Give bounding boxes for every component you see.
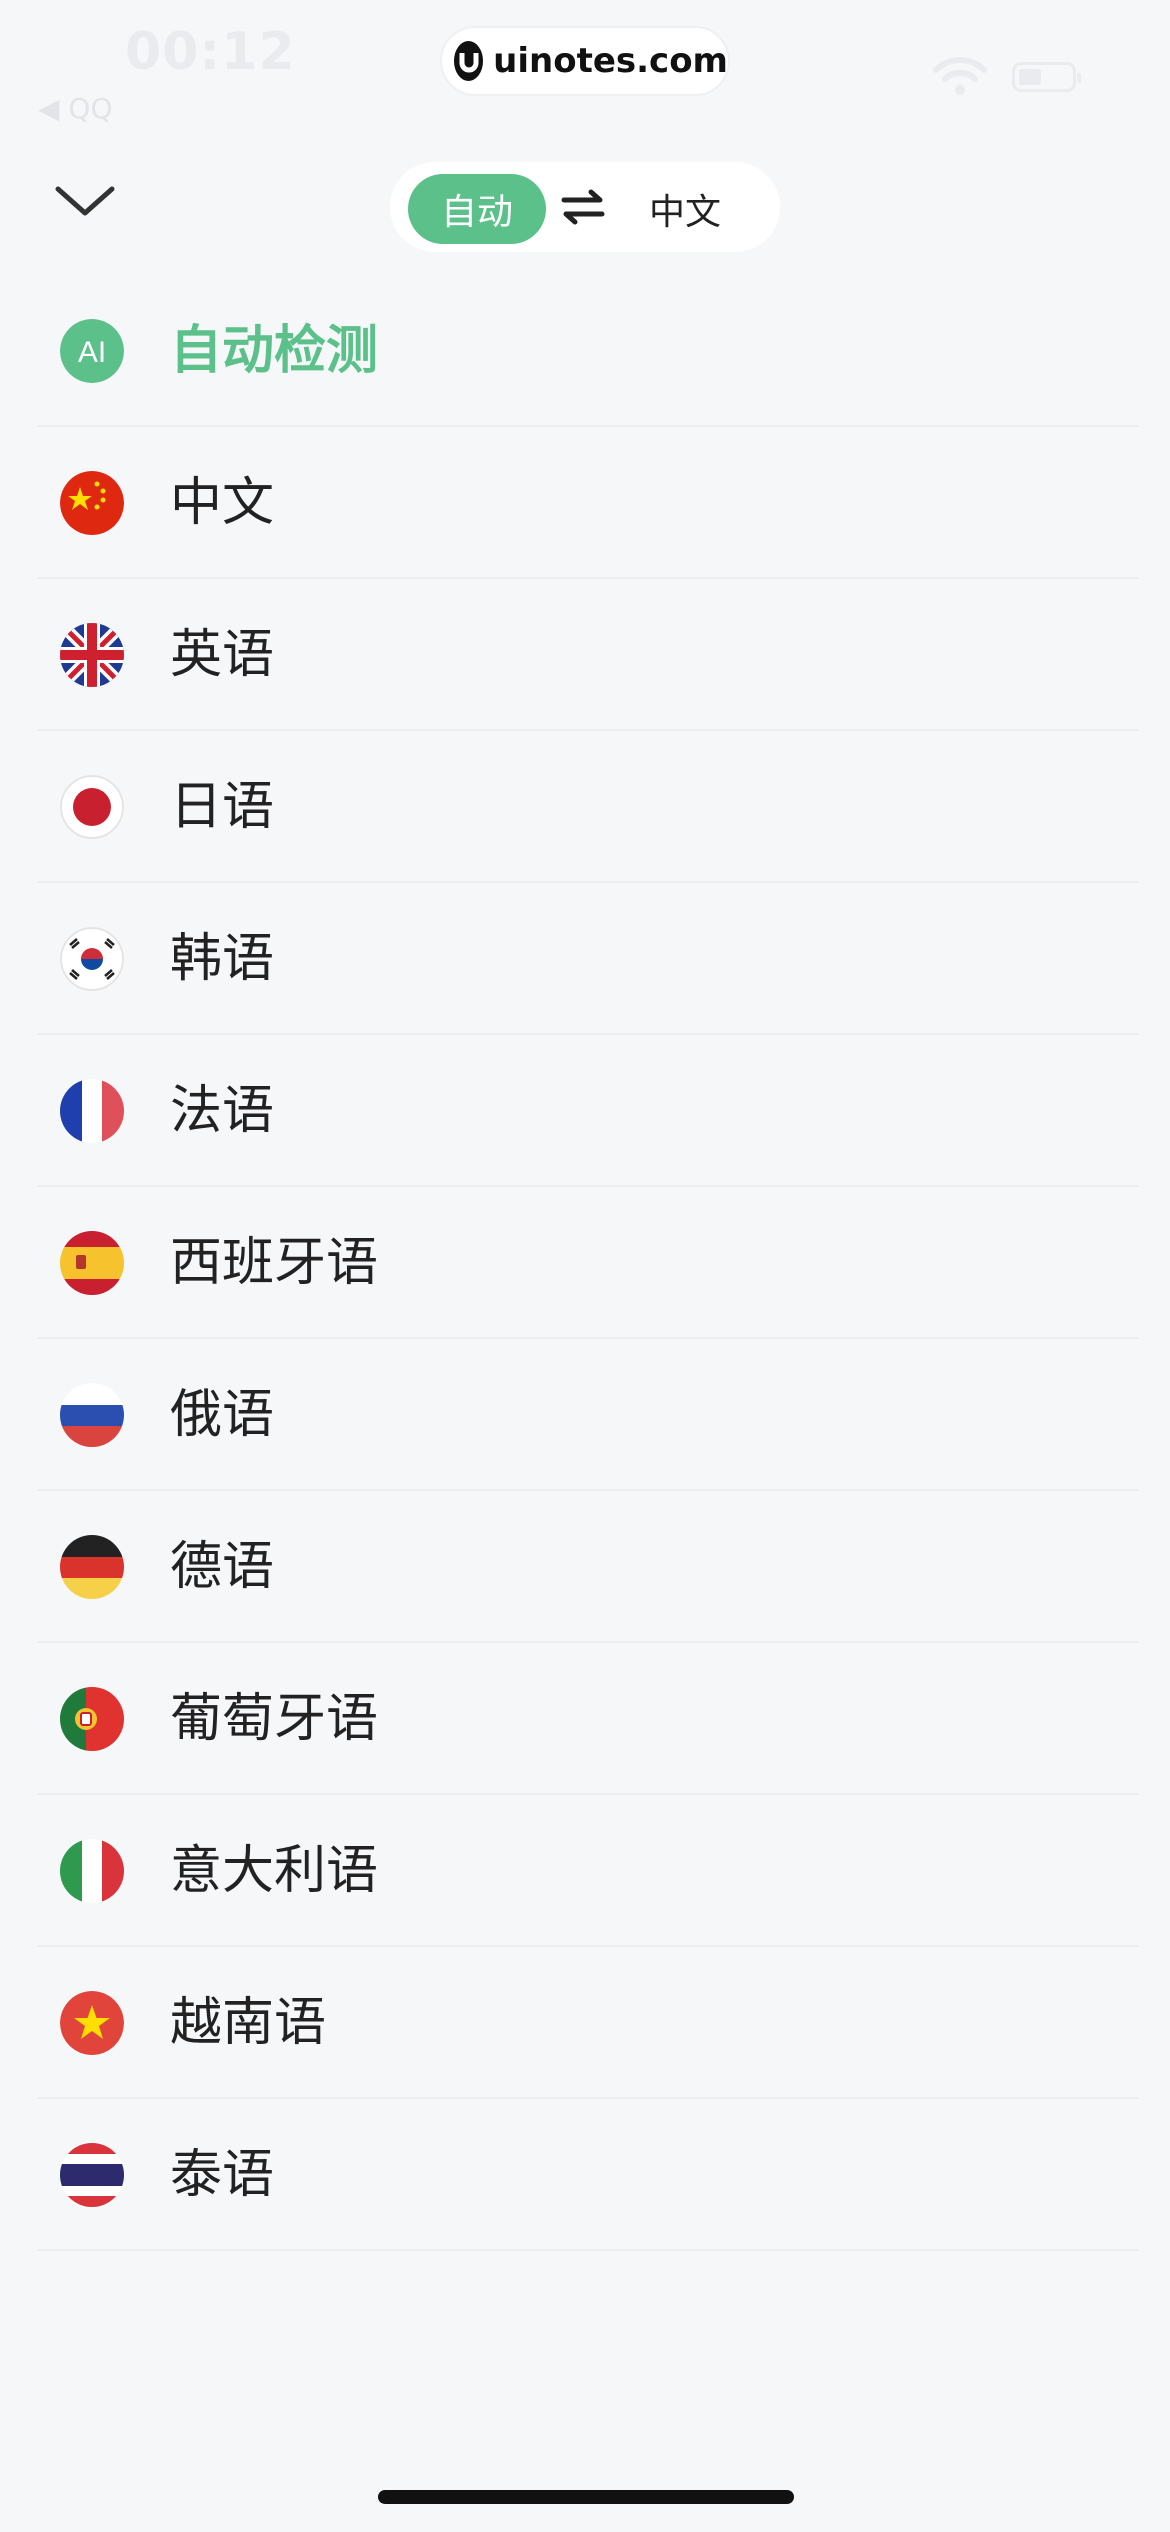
ai-icon: AI (60, 319, 124, 383)
spain-flag-icon (60, 1231, 124, 1295)
language-label: 俄语 (170, 1385, 275, 1445)
collapse-button[interactable] (52, 176, 118, 226)
language-item-korean[interactable]: 韩语 (38, 883, 1138, 1035)
watermark-badge: uinotes.com (440, 26, 730, 96)
svg-text:AI: AI (78, 336, 106, 369)
language-label: 英语 (170, 625, 275, 685)
germany-flag-icon (60, 1535, 124, 1599)
language-label: 日语 (170, 777, 275, 837)
swap-languages-icon[interactable] (560, 187, 606, 227)
italy-flag-icon (60, 1839, 124, 1903)
status-time: 00:12 (125, 22, 296, 82)
language-item-thai[interactable]: 泰语 (38, 2099, 1138, 2251)
language-item-french[interactable]: 法语 (38, 1035, 1138, 1187)
language-item-japanese[interactable]: 日语 (38, 731, 1138, 883)
language-label: 中文 (170, 473, 275, 533)
language-item-spanish[interactable]: 西班牙语 (38, 1187, 1138, 1339)
language-label: 葡萄牙语 (170, 1689, 379, 1749)
language-item-portuguese[interactable]: 葡萄牙语 (38, 1643, 1138, 1795)
language-item-vietnamese[interactable]: 越南语 (38, 1947, 1138, 2099)
vietnam-flag-icon (60, 1991, 124, 2055)
thailand-flag-icon (60, 2143, 124, 2207)
back-to-app-link[interactable]: ◀ QQ (38, 92, 113, 125)
language-item-auto-detect[interactable]: AI 自动检测 (38, 275, 1138, 427)
language-switch: 自动 中文 (390, 162, 780, 252)
france-flag-icon (60, 1079, 124, 1143)
russia-flag-icon (60, 1383, 124, 1447)
language-label: 意大利语 (170, 1841, 379, 1901)
language-item-german[interactable]: 德语 (38, 1491, 1138, 1643)
language-item-italian[interactable]: 意大利语 (38, 1795, 1138, 1947)
battery-icon (1012, 62, 1081, 92)
chevron-down-icon (55, 186, 115, 216)
korea-flag-icon (60, 927, 124, 991)
language-label: 韩语 (170, 929, 275, 989)
china-flag-icon (60, 471, 124, 535)
language-label: 德语 (170, 1537, 275, 1597)
wifi-icon (932, 56, 988, 100)
language-picker-header: 自动 中文 (0, 150, 1170, 260)
language-list: AI 自动检测 中文 英语 日语 韩语 法语 西班牙语 俄语 德语 葡萄牙语 意… (38, 275, 1138, 2251)
japan-flag-icon (60, 775, 124, 839)
watermark-logo-icon (454, 41, 484, 81)
language-item-english[interactable]: 英语 (38, 579, 1138, 731)
language-label: 法语 (170, 1081, 275, 1141)
language-item-russian[interactable]: 俄语 (38, 1339, 1138, 1491)
source-language-button[interactable]: 自动 (408, 174, 546, 244)
language-label: 自动检测 (170, 321, 379, 381)
language-label: 泰语 (170, 2145, 275, 2205)
target-language-button[interactable]: 中文 (620, 174, 750, 244)
home-indicator[interactable] (378, 2490, 794, 2504)
language-label: 越南语 (170, 1993, 327, 2053)
portugal-flag-icon (60, 1687, 124, 1751)
language-item-chinese[interactable]: 中文 (38, 427, 1138, 579)
uk-flag-icon (60, 623, 124, 687)
language-label: 西班牙语 (170, 1233, 379, 1293)
watermark-text: uinotes.com (493, 41, 728, 81)
status-bar: 00:12 ◀ QQ uinotes.com (0, 0, 1170, 130)
